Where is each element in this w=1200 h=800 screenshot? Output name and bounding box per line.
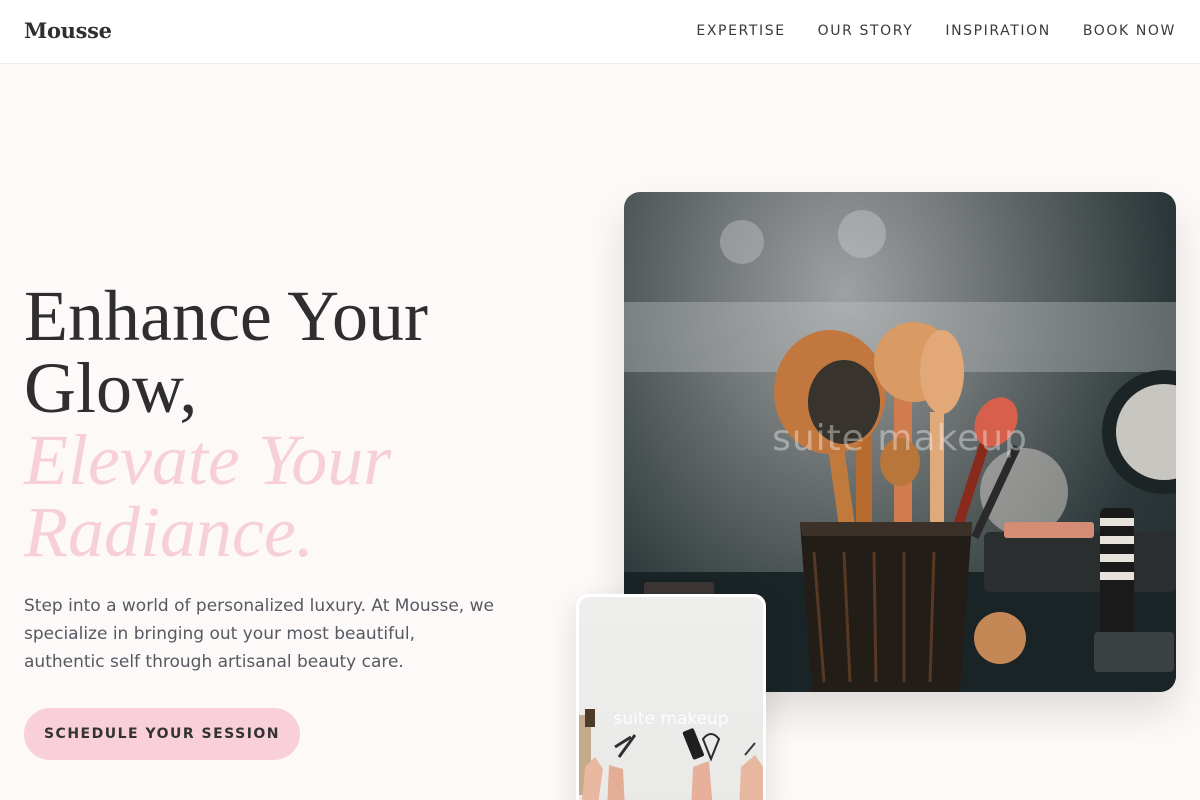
hero-description: Step into a world of personalized luxury… bbox=[24, 596, 494, 672]
nav-links: EXPERTISE OUR STORY INSPIRATION BOOK NOW bbox=[696, 23, 1176, 39]
hero-heading: Enhance Your Glow, Elevate Your Radiance… bbox=[24, 280, 544, 568]
nav-link-our-story[interactable]: OUR STORY bbox=[818, 23, 914, 39]
hero-headline: Enhance Your Glow, bbox=[24, 280, 544, 424]
brand-logo[interactable]: Mousse bbox=[24, 18, 112, 43]
small-image-watermark: suite makeup bbox=[613, 709, 729, 729]
nav-link-inspiration[interactable]: INSPIRATION bbox=[945, 23, 1050, 39]
hair-tools-illustration bbox=[579, 709, 763, 800]
headline-line-1: Enhance Your bbox=[24, 276, 428, 356]
accent-line-2: Radiance. bbox=[24, 492, 314, 572]
nav-link-book-now[interactable]: BOOK NOW bbox=[1083, 23, 1176, 39]
nav-link-expertise[interactable]: EXPERTISE bbox=[696, 23, 785, 39]
main-image-watermark: suite makeup bbox=[772, 418, 1028, 459]
hair-tools-image: suite makeup bbox=[579, 597, 763, 800]
schedule-session-button[interactable]: SCHEDULE YOUR SESSION bbox=[24, 708, 300, 760]
headline-line-2: Glow, bbox=[24, 348, 198, 428]
hero-accent-headline: Elevate Your Radiance. bbox=[24, 424, 544, 568]
accent-line-1: Elevate Your bbox=[24, 420, 392, 500]
top-navigation: Mousse EXPERTISE OUR STORY INSPIRATION B… bbox=[0, 0, 1200, 64]
hero-small-image-card: suite makeup bbox=[576, 594, 766, 800]
